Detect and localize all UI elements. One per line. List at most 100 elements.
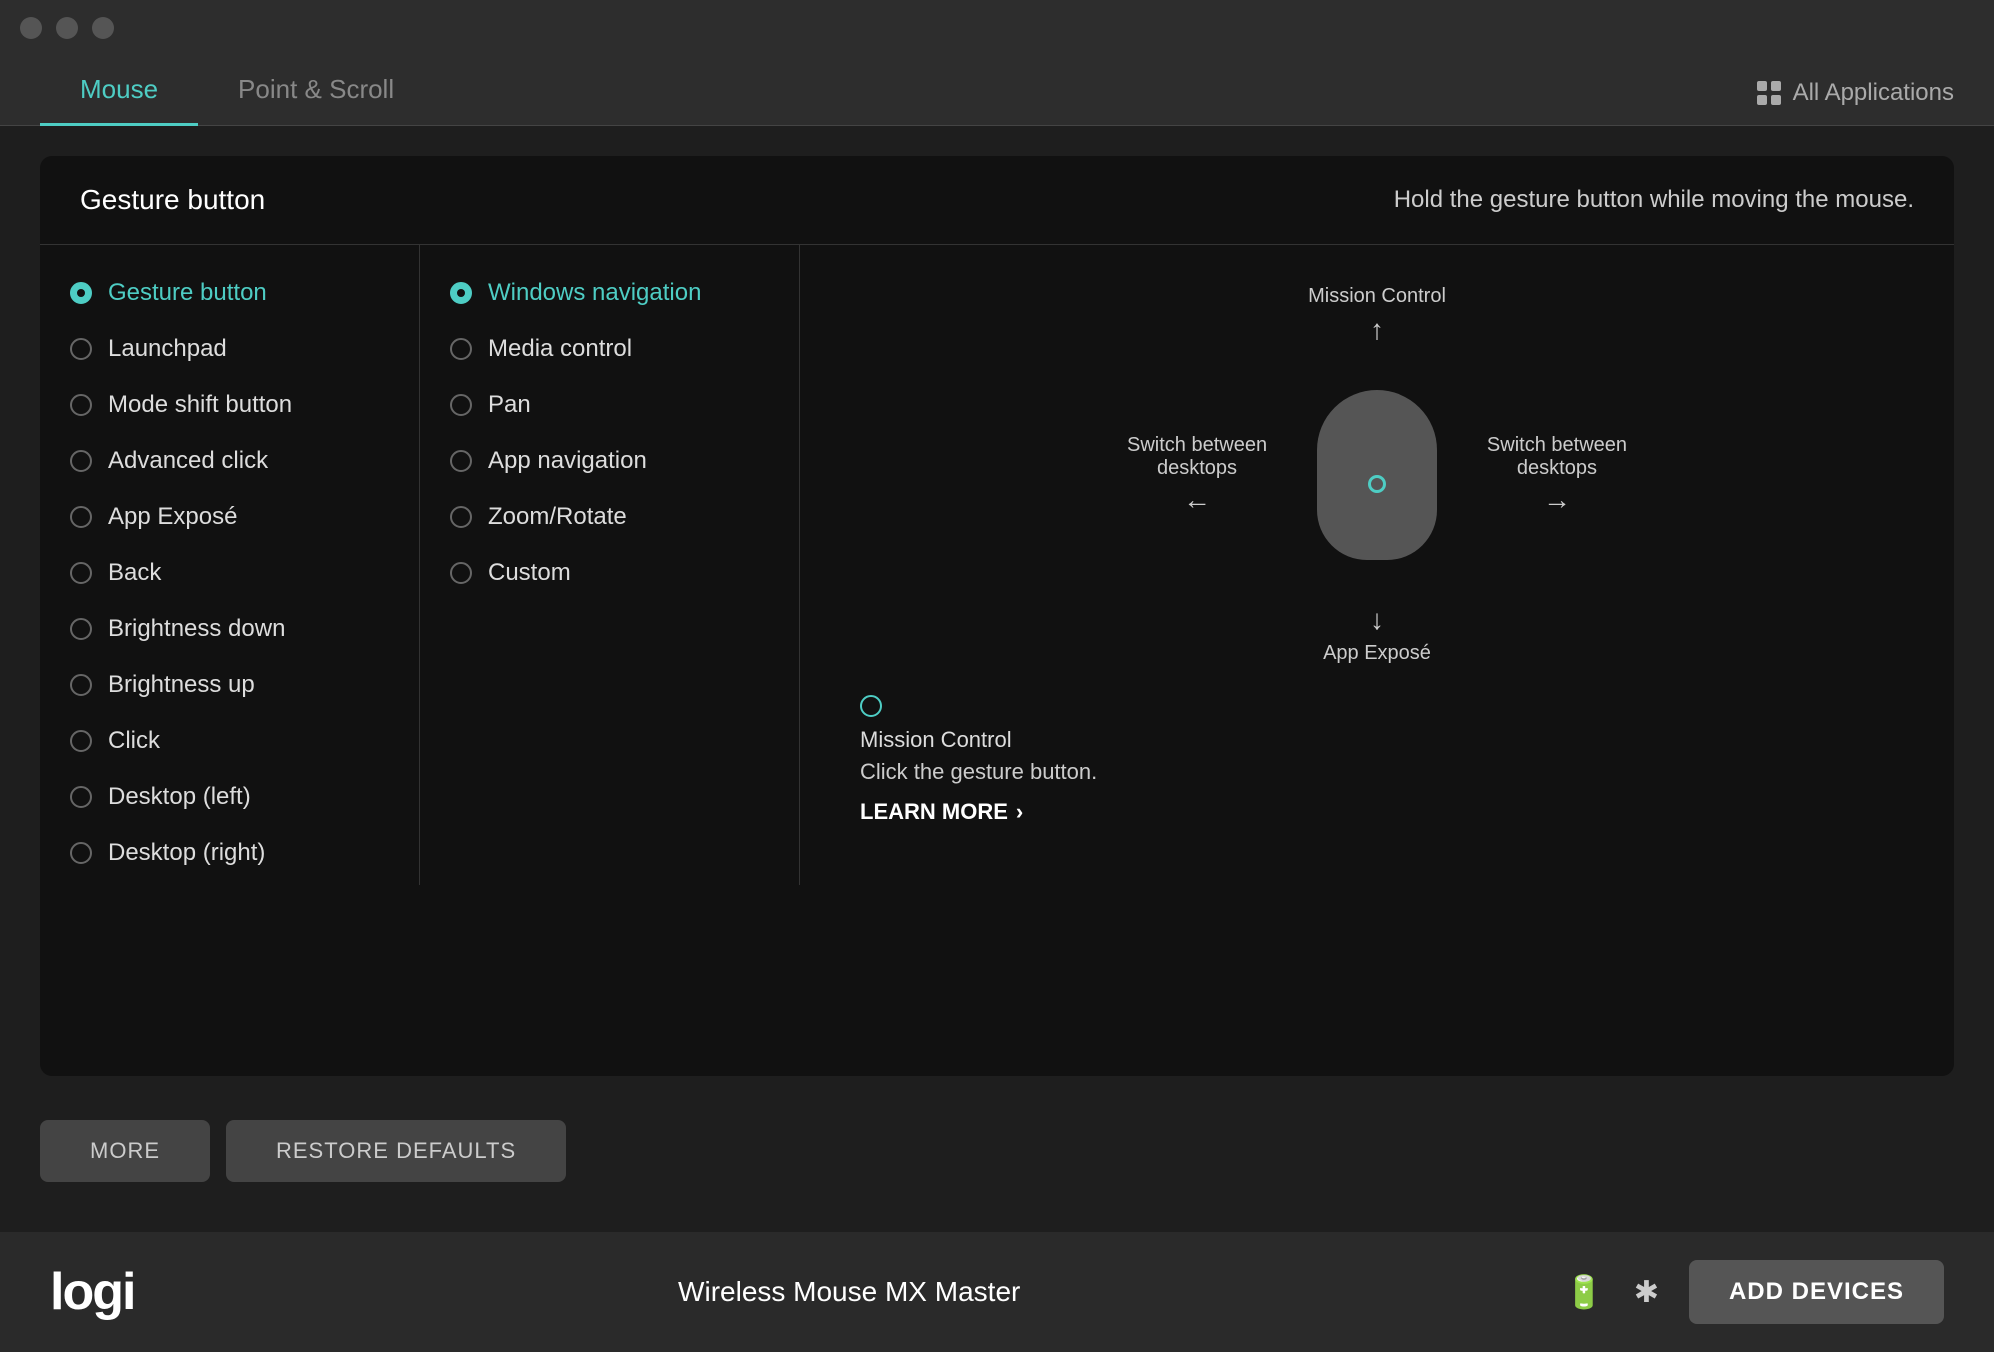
footer: logi Wireless Mouse MX Master 🔋 ✱ ADD DE…	[0, 1232, 1994, 1352]
label-brightness-up: Brightness up	[108, 671, 255, 699]
main-content: Gesture button Hold the gesture button w…	[0, 126, 1994, 1232]
label-launchpad: Launchpad	[108, 335, 227, 363]
traffic-lights	[20, 17, 114, 39]
titlebar	[0, 0, 1994, 56]
list-item-advanced-click[interactable]: Advanced click	[40, 433, 419, 489]
list-item-zoom-rotate[interactable]: Zoom/Rotate	[420, 489, 799, 545]
label-app-navigation: App navigation	[488, 447, 647, 475]
down-arrow-icon: ↓	[1370, 604, 1384, 636]
list-item-windows-navigation[interactable]: Windows navigation	[420, 265, 799, 321]
tabbar: Mouse Point & Scroll All Applications	[0, 56, 1994, 126]
list-item-desktop-right[interactable]: Desktop (right)	[40, 825, 419, 881]
middle-column: Windows navigation Media control Pan App…	[420, 245, 800, 885]
list-item-app-expose[interactable]: App Exposé	[40, 489, 419, 545]
label-app-expose: App Exposé	[108, 503, 237, 531]
radio-mode-shift	[70, 394, 92, 416]
mc-radio-circle	[860, 695, 882, 717]
left-arrow-icon: ←	[1183, 484, 1211, 516]
right-arrow-icon: →	[1543, 484, 1571, 516]
tab-mouse[interactable]: Mouse	[40, 56, 198, 126]
radio-media-control	[450, 338, 472, 360]
up-arrow-icon: ↑	[1370, 314, 1384, 346]
bluetooth-icon: ✱	[1634, 1275, 1659, 1310]
label-mode-shift: Mode shift button	[108, 391, 292, 419]
radio-desktop-right	[70, 842, 92, 864]
logi-logo: logi	[50, 1262, 134, 1322]
all-applications[interactable]: All Applications	[1757, 79, 1954, 125]
minimize-button[interactable]	[56, 17, 78, 39]
left-label: Switch betweendesktops ←	[1127, 434, 1267, 516]
radio-desktop-left	[70, 786, 92, 808]
right-direction-label: Switch betweendesktops	[1487, 434, 1627, 480]
right-column: Mission Control ↑ Switch betweendesktops…	[800, 245, 1954, 885]
radio-launchpad	[70, 338, 92, 360]
top-label: Mission Control ↑	[1308, 285, 1446, 346]
radio-windows-navigation	[450, 282, 472, 304]
list-item-mode-shift[interactable]: Mode shift button	[40, 377, 419, 433]
label-gesture-button: Gesture button	[108, 279, 267, 307]
radio-brightness-up	[70, 674, 92, 696]
battery-icon: 🔋	[1564, 1273, 1604, 1311]
radio-back	[70, 562, 92, 584]
add-devices-button[interactable]: ADD DEVICES	[1689, 1260, 1944, 1324]
more-button[interactable]: MORE	[40, 1120, 210, 1182]
list-item-pan[interactable]: Pan	[420, 377, 799, 433]
label-pan: Pan	[488, 391, 531, 419]
mc-description: Click the gesture button.	[860, 759, 1894, 785]
list-item-brightness-down[interactable]: Brightness down	[40, 601, 419, 657]
label-windows-navigation: Windows navigation	[488, 279, 701, 307]
mission-control-info: Mission Control Click the gesture button…	[840, 695, 1914, 825]
radio-zoom-rotate	[450, 506, 472, 528]
label-brightness-down: Brightness down	[108, 615, 285, 643]
radio-advanced-click	[70, 450, 92, 472]
maximize-button[interactable]	[92, 17, 114, 39]
list-item-custom[interactable]: Custom	[420, 545, 799, 601]
left-direction-label: Switch betweendesktops	[1127, 434, 1267, 480]
label-zoom-rotate: Zoom/Rotate	[488, 503, 627, 531]
radio-click	[70, 730, 92, 752]
mouse-body	[1317, 390, 1437, 560]
learn-more-button[interactable]: LEARN MORE ›	[860, 799, 1894, 825]
label-custom: Custom	[488, 559, 571, 587]
gesture-section: Gesture button Hold the gesture button w…	[40, 156, 1954, 1076]
columns: Gesture button Launchpad Mode shift butt…	[40, 245, 1954, 885]
right-label: Switch betweendesktops →	[1487, 434, 1627, 516]
list-item-gesture-button[interactable]: Gesture button	[40, 265, 419, 321]
device-name: Wireless Mouse MX Master	[678, 1276, 1020, 1308]
top-direction-label: Mission Control	[1308, 285, 1446, 308]
label-desktop-right: Desktop (right)	[108, 839, 265, 867]
list-item-click[interactable]: Click	[40, 713, 419, 769]
gesture-header: Gesture button Hold the gesture button w…	[40, 156, 1954, 245]
left-column: Gesture button Launchpad Mode shift butt…	[40, 245, 420, 885]
mc-title: Mission Control	[860, 727, 1894, 753]
radio-pan	[450, 394, 472, 416]
list-item-forward[interactable]: Forward	[40, 881, 419, 885]
footer-right: 🔋 ✱ ADD DEVICES	[1564, 1260, 1944, 1324]
restore-defaults-button[interactable]: RESTORE DEFAULTS	[226, 1120, 566, 1182]
bottom-label: ↓ App Exposé	[1323, 604, 1431, 665]
list-item-back[interactable]: Back	[40, 545, 419, 601]
gesture-title: Gesture button	[80, 184, 265, 216]
label-desktop-left: Desktop (left)	[108, 783, 251, 811]
list-item-media-control[interactable]: Media control	[420, 321, 799, 377]
label-advanced-click: Advanced click	[108, 447, 268, 475]
radio-brightness-down	[70, 618, 92, 640]
close-button[interactable]	[20, 17, 42, 39]
tab-point-scroll[interactable]: Point & Scroll	[198, 56, 434, 126]
list-item-launchpad[interactable]: Launchpad	[40, 321, 419, 377]
radio-app-expose	[70, 506, 92, 528]
gesture-subtitle: Hold the gesture button while moving the…	[1394, 186, 1914, 214]
label-back: Back	[108, 559, 161, 587]
radio-custom	[450, 562, 472, 584]
grid-icon	[1757, 81, 1781, 105]
bottom-buttons: MORE RESTORE DEFAULTS	[40, 1100, 1954, 1202]
mouse-dot	[1368, 475, 1386, 493]
mouse-body-container	[1317, 390, 1437, 560]
label-media-control: Media control	[488, 335, 632, 363]
bottom-direction-label: App Exposé	[1323, 642, 1431, 665]
radio-gesture-button	[70, 282, 92, 304]
radio-app-navigation	[450, 450, 472, 472]
list-item-desktop-left[interactable]: Desktop (left)	[40, 769, 419, 825]
list-item-brightness-up[interactable]: Brightness up	[40, 657, 419, 713]
list-item-app-navigation[interactable]: App navigation	[420, 433, 799, 489]
